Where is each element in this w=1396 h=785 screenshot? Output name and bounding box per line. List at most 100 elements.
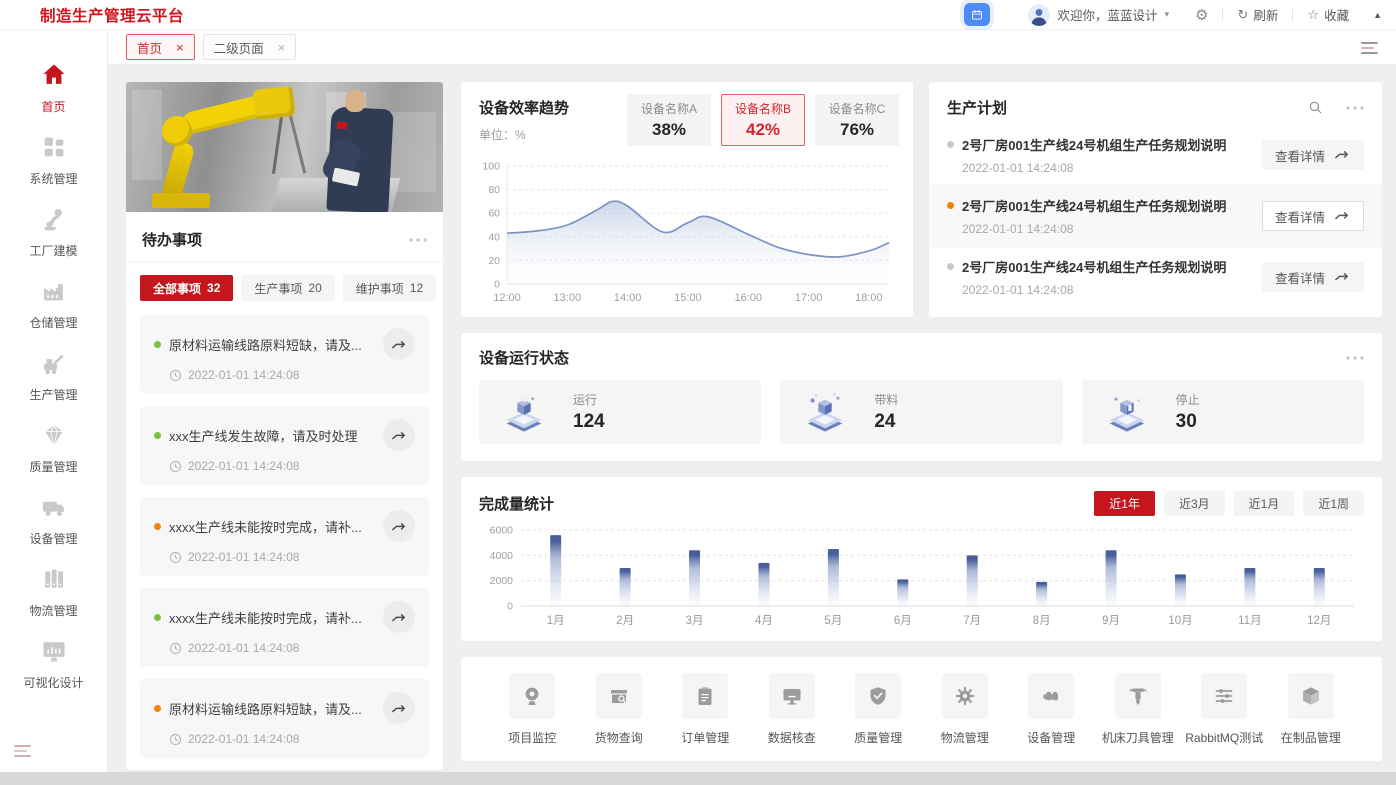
sidebar-item-truck[interactable]: 设备管理 xyxy=(0,492,107,547)
range-button[interactable]: 近1月 xyxy=(1233,491,1295,516)
production-plan-card: 生产计划 2号厂房001生产线24号机组生产任务规划说明 2022-01-01 1… xyxy=(929,82,1382,317)
device-tab-c[interactable]: 设备名称C 76% xyxy=(815,94,899,146)
todo-item-time: 2022-01-01 14:24:08 xyxy=(154,641,415,655)
todo-item-arrow-button[interactable] xyxy=(383,328,415,360)
sidebar-item-production[interactable]: 生产管理 xyxy=(0,348,107,403)
view-detail-button[interactable]: 查看详情 xyxy=(1261,140,1364,170)
svg-text:16:00: 16:00 xyxy=(734,292,762,304)
todo-item-arrow-button[interactable] xyxy=(383,601,415,633)
sidebar: 首页系统管理工厂建模仓储管理生产管理质量管理设备管理物流管理可视化设计 xyxy=(0,30,108,772)
sidebar-item-diamond[interactable]: 质量管理 xyxy=(0,420,107,475)
sidebar-item-label: 生产管理 xyxy=(29,388,78,402)
sidebar-item-home[interactable]: 首页 xyxy=(0,60,107,115)
device-status-row: 运行 124 带料 24 停止 30 xyxy=(461,378,1382,444)
tab-home[interactable]: 首页 × xyxy=(126,34,195,60)
todo-filter-button[interactable]: 生产事项 20 xyxy=(241,275,335,301)
sidebar-item-label: 仓储管理 xyxy=(29,316,78,330)
tab-secondary[interactable]: 二级页面 × xyxy=(202,34,297,60)
search-icon[interactable] xyxy=(1307,99,1324,116)
stat-value: 124 xyxy=(573,411,605,432)
box-search-icon xyxy=(595,673,642,719)
sidebar-item-grid[interactable]: 系统管理 xyxy=(0,132,107,187)
shortcut-hearts[interactable]: 设备管理 xyxy=(1008,673,1095,746)
gear-icon xyxy=(941,673,988,719)
gear-icon[interactable]: ⚙ xyxy=(1195,6,1208,24)
svg-text:4000: 4000 xyxy=(490,550,514,562)
svg-text:12月: 12月 xyxy=(1307,615,1331,627)
shortcut-label: 数据核查 xyxy=(767,731,816,745)
grid-icon xyxy=(39,132,69,162)
shortcut-monitor[interactable]: 数据核查 xyxy=(749,673,836,746)
sidebar-item-monitor-chart[interactable]: 可视化设计 xyxy=(0,636,107,691)
user-menu[interactable]: 欢迎你，蓝蓝设计 ▾ xyxy=(1028,3,1169,26)
plan-item-text: 2号厂房001生产线24号机组生产任务规划说明 xyxy=(962,260,1227,275)
monitor-icon xyxy=(768,673,815,719)
efficiency-unit-label: 单位：% xyxy=(479,128,526,142)
range-button[interactable]: 近3月 xyxy=(1163,491,1225,516)
refresh-button[interactable]: ↻ 刷新 xyxy=(1237,5,1278,24)
shortcut-label: 物流管理 xyxy=(940,731,989,745)
svg-text:80: 80 xyxy=(488,184,500,196)
shortcut-package[interactable]: 在制品管理 xyxy=(1268,673,1355,746)
sidebar-item-robot-arm[interactable]: 工厂建模 xyxy=(0,204,107,259)
production-plan-title: 生产计划 xyxy=(947,100,1008,117)
plan-item: 2号厂房001生产线24号机组生产任务规划说明 2022-01-01 14:24:… xyxy=(929,248,1382,306)
device-tab-b[interactable]: 设备名称B 42% xyxy=(721,94,805,146)
welcome-text: 欢迎你，蓝蓝设计 xyxy=(1057,9,1158,23)
todo-item-arrow-button[interactable] xyxy=(383,419,415,451)
plan-item-title-row: 2号厂房001生产线24号机组生产任务规划说明 xyxy=(947,196,1262,215)
collapse-up-icon[interactable]: ▲ xyxy=(1373,10,1382,20)
shortcut-gear[interactable]: 物流管理 xyxy=(922,673,1009,746)
shortcut-clipboard[interactable]: 订单管理 xyxy=(662,673,749,746)
efficiency-card: 设备效率趋势 单位：% 设备名称A 38% 设备名称B 42% 设备名称C 76% 0 20… xyxy=(461,82,913,317)
shortcut-drill[interactable]: 机床刀具管理 xyxy=(1095,673,1182,746)
sidebar-item-label: 物流管理 xyxy=(29,604,78,618)
range-button[interactable]: 近1周 xyxy=(1303,491,1364,516)
shortcut-sliders[interactable]: RabbitMQ测试 xyxy=(1181,673,1268,746)
sidebar-collapse-icon[interactable] xyxy=(14,742,31,760)
todo-item-row: xxxx生产线未能按时完成，请补... xyxy=(154,510,415,542)
tab-menu-icon[interactable] xyxy=(1361,39,1378,57)
todo-item-text: xxxx生产线未能按时完成，请补... xyxy=(169,610,362,626)
device-name: 设备名称A xyxy=(640,102,697,116)
todo-filter-button[interactable]: 维护事项 12 xyxy=(342,275,437,301)
sidebar-item-factory[interactable]: 仓储管理 xyxy=(0,276,107,331)
svg-text:15:00: 15:00 xyxy=(674,292,702,304)
filter-count: 32 xyxy=(207,281,221,295)
sidebar-item-books[interactable]: 物流管理 xyxy=(0,564,107,619)
clock-icon xyxy=(169,460,182,473)
shortcut-camera[interactable]: 项目监控 xyxy=(489,673,576,746)
timestamp: 2022-01-01 14:24:08 xyxy=(962,161,1074,175)
todo-item-arrow-button[interactable] xyxy=(383,692,415,724)
calendar-button[interactable] xyxy=(964,3,991,26)
timestamp: 2022-01-01 14:24:08 xyxy=(188,459,300,473)
stat-label: 停止 xyxy=(1175,393,1200,407)
device-value: 76% xyxy=(839,120,875,139)
clock-icon xyxy=(169,369,182,382)
todo-item: xxx生产线发生故障，请及时处理 2022-01-01 14:24:08 xyxy=(140,406,429,485)
filter-label: 维护事项 xyxy=(355,281,404,296)
device-value: 42% xyxy=(745,120,781,139)
more-icon[interactable] xyxy=(1346,355,1364,360)
more-icon[interactable] xyxy=(409,237,427,242)
completion-bar-chart: 0 2000 4000 6000 1月 2月 3月 4月 5月 6月 7月 8月 9月 10月 11月 12月 xyxy=(479,524,1364,635)
status-dot xyxy=(154,522,161,530)
view-detail-button[interactable]: 查看详情 xyxy=(1261,201,1364,231)
favorite-button[interactable]: ☆ 收藏 xyxy=(1307,5,1349,24)
sidebar-item-label: 系统管理 xyxy=(29,172,78,186)
todo-item-arrow-button[interactable] xyxy=(383,510,415,542)
more-icon[interactable] xyxy=(1346,105,1364,110)
close-icon[interactable]: × xyxy=(176,41,184,54)
view-detail-label: 查看详情 xyxy=(1274,210,1325,225)
shortcut-box-search[interactable]: 货物查询 xyxy=(576,673,663,746)
device-tab-a[interactable]: 设备名称A 38% xyxy=(627,94,711,146)
arrow-right-icon xyxy=(1334,148,1351,163)
machine-illustration-icon xyxy=(802,390,848,434)
stat-label: 运行 xyxy=(573,393,598,407)
view-detail-button[interactable]: 查看详情 xyxy=(1261,262,1364,292)
shortcut-shield-check[interactable]: 质量管理 xyxy=(835,673,922,746)
factory-icon xyxy=(39,276,69,306)
close-icon[interactable]: × xyxy=(278,41,286,54)
todo-filter-button[interactable]: 全部事项 32 xyxy=(140,275,234,301)
range-button[interactable]: 近1年 xyxy=(1094,491,1155,516)
